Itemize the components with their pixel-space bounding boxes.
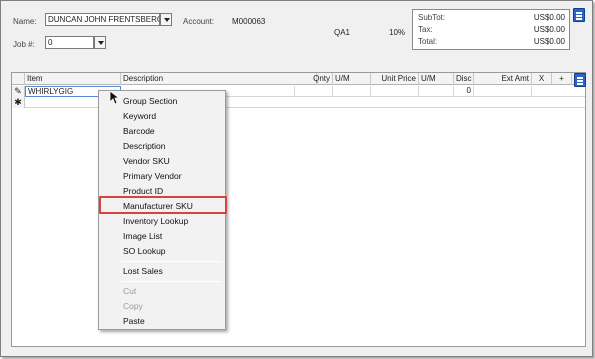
menu-item-barcode[interactable]: Barcode: [123, 126, 155, 136]
menu-item-product-id[interactable]: Product ID: [123, 186, 163, 196]
subtotal-value: US$0.00: [533, 13, 565, 22]
mouse-pointer-icon: [110, 91, 120, 105]
highlight-callout: [99, 196, 227, 214]
menu-item-group-section[interactable]: Group Section: [123, 96, 177, 106]
col-um-2[interactable]: U/M: [419, 73, 454, 85]
sales-entry-window: Name: DUNCAN JOHN FRENTSBERG Account: M0…: [0, 0, 593, 357]
menu-item-inventory-lookup[interactable]: Inventory Lookup: [123, 216, 188, 226]
menu-item-cut: Cut: [123, 286, 137, 296]
unit-price-cell[interactable]: [371, 86, 419, 97]
new-row-asterisk-icon: ✱: [12, 97, 25, 108]
subtotal-label: SubTot:: [418, 13, 446, 22]
menu-item-image-list[interactable]: Image List: [123, 231, 162, 241]
row-indicator-header: [12, 73, 25, 85]
total-value: US$0.00: [533, 37, 565, 46]
col-add[interactable]: +: [552, 73, 572, 85]
grid-header: Item Description Qnty U/M Unit Price U/M…: [12, 73, 585, 85]
percent-value: 10%: [389, 28, 406, 37]
menu-item-paste[interactable]: Paste: [123, 316, 145, 326]
tax-value: US$0.00: [533, 25, 565, 34]
job-label: Job #:: [13, 40, 35, 49]
account-value: M000063: [232, 17, 266, 26]
menu-separator: [121, 281, 222, 282]
ext-amt-cell: [474, 86, 532, 97]
menu-item-primary-vendor[interactable]: Primary Vendor: [123, 171, 182, 181]
name-combo[interactable]: DUNCAN JOHN FRENTSBERG: [45, 13, 160, 26]
col-item[interactable]: Item: [25, 73, 121, 85]
col-um[interactable]: U/M: [333, 73, 371, 85]
col-delete[interactable]: X: [532, 73, 552, 85]
job-combo[interactable]: 0: [45, 36, 94, 49]
job-dropdown-button[interactable]: [94, 36, 106, 49]
menu-item-lost-sales[interactable]: Lost Sales: [123, 266, 163, 276]
name-dropdown-button[interactable]: [160, 13, 172, 26]
edit-pencil-icon: ✎: [12, 86, 25, 97]
col-unit-price[interactable]: Unit Price: [371, 73, 419, 85]
col-disc[interactable]: Disc: [454, 73, 474, 85]
col-ext-amt[interactable]: Ext Amt: [474, 73, 532, 85]
grid-menu-icon[interactable]: [574, 73, 586, 87]
tax-label: Tax:: [418, 25, 433, 34]
menu-item-description[interactable]: Description: [123, 141, 166, 151]
um-cell-2[interactable]: [419, 86, 454, 97]
menu-item-keyword[interactable]: Keyword: [123, 111, 156, 121]
account-label: Account:: [183, 17, 215, 26]
totals-panel: SubTot: US$0.00 Tax: US$0.00 Total: US$0…: [412, 9, 570, 50]
menu-separator: [121, 261, 222, 262]
col-description[interactable]: Description: [121, 73, 317, 85]
name-label: Name:: [13, 17, 37, 26]
col-qnty[interactable]: Qnty: [295, 73, 333, 85]
qnty-cell[interactable]: [295, 86, 333, 97]
total-label: Total:: [418, 37, 438, 46]
disc-cell[interactable]: 0: [454, 86, 474, 97]
code-value: QA1: [334, 28, 351, 37]
menu-item-copy: Copy: [123, 301, 143, 311]
menu-item-so-lookup[interactable]: SO Lookup: [123, 246, 166, 256]
header-menu-icon[interactable]: [573, 8, 585, 22]
um-cell[interactable]: [333, 86, 371, 97]
menu-item-vendor-sku[interactable]: Vendor SKU: [123, 156, 170, 166]
